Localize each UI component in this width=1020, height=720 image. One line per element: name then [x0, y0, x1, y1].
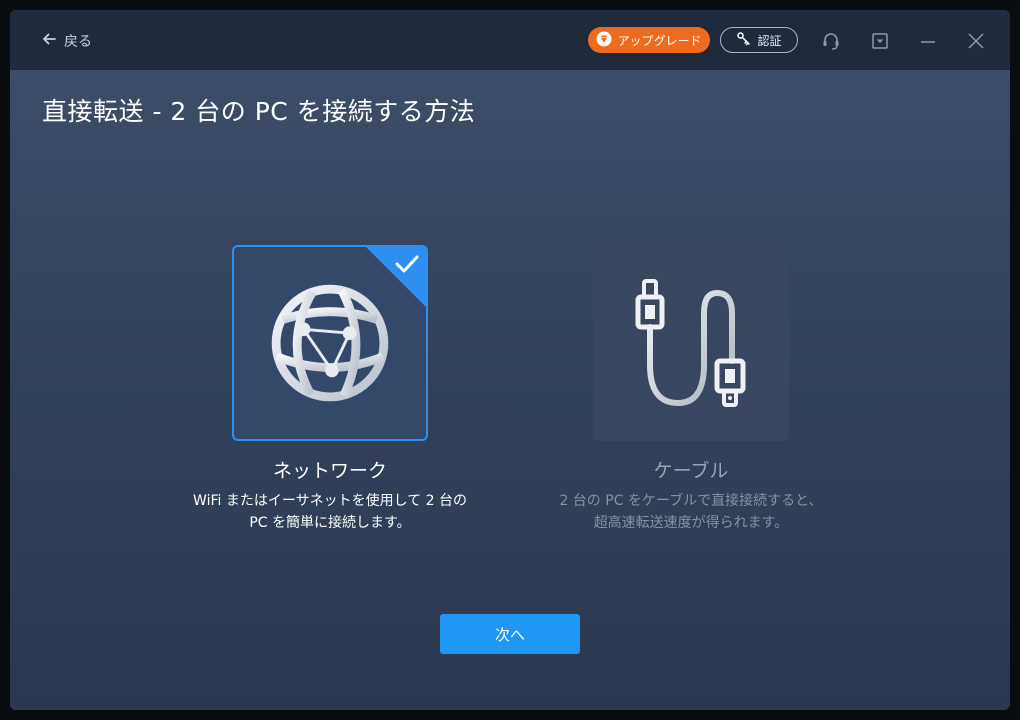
upgrade-label: アップグレード	[617, 33, 702, 48]
network-desc-line1: WiFi またはイーサネットを使用して 2 台の	[193, 493, 467, 509]
usb-cable-icon	[635, 279, 746, 407]
next-button[interactable]: 次へ	[440, 614, 580, 654]
cable-desc-line1: 2 台の PC をケーブルで直接接続すると、	[559, 493, 823, 509]
network-option-description: WiFi またはイーサネットを使用して 2 台の PC を簡単に接続します。	[150, 490, 510, 534]
page-title: 直接転送 - 2 台の PC を接続する方法	[42, 97, 476, 126]
auth-label: 認証	[757, 33, 782, 48]
network-option-title: ネットワーク	[272, 460, 387, 482]
cable-option-title: ケーブル	[653, 460, 729, 482]
cable-desc-line2: 超高速転送速度が得られます。	[593, 515, 789, 531]
diamond-icon	[596, 31, 612, 50]
auth-button[interactable]: 認証	[720, 27, 798, 53]
back-button[interactable]: 戻る	[40, 30, 92, 52]
minimize-icon[interactable]	[917, 30, 939, 52]
close-icon[interactable]	[965, 30, 987, 52]
network-desc-line2: PC を簡単に接続します。	[249, 515, 411, 531]
support-headset-icon[interactable]	[820, 30, 842, 52]
upgrade-button[interactable]: アップグレード	[588, 27, 710, 53]
key-icon	[736, 31, 752, 50]
network-option-card[interactable]	[232, 245, 428, 441]
cable-option-card[interactable]	[593, 245, 789, 441]
cable-option-description: 2 台の PC をケーブルで直接接続すると、 超高速転送速度が得られます。	[511, 490, 871, 534]
back-label: 戻る	[64, 34, 92, 50]
checkmark-icon	[366, 247, 426, 307]
title-bar: 戻る アップグレード 認証	[10, 10, 1010, 70]
menu-dropdown-icon[interactable]	[869, 30, 891, 52]
arrow-left-icon	[40, 30, 58, 52]
app-window: 戻る アップグレード 認証 直接転送 - 2 台の PC を接続する方法 ネット…	[10, 10, 1010, 710]
